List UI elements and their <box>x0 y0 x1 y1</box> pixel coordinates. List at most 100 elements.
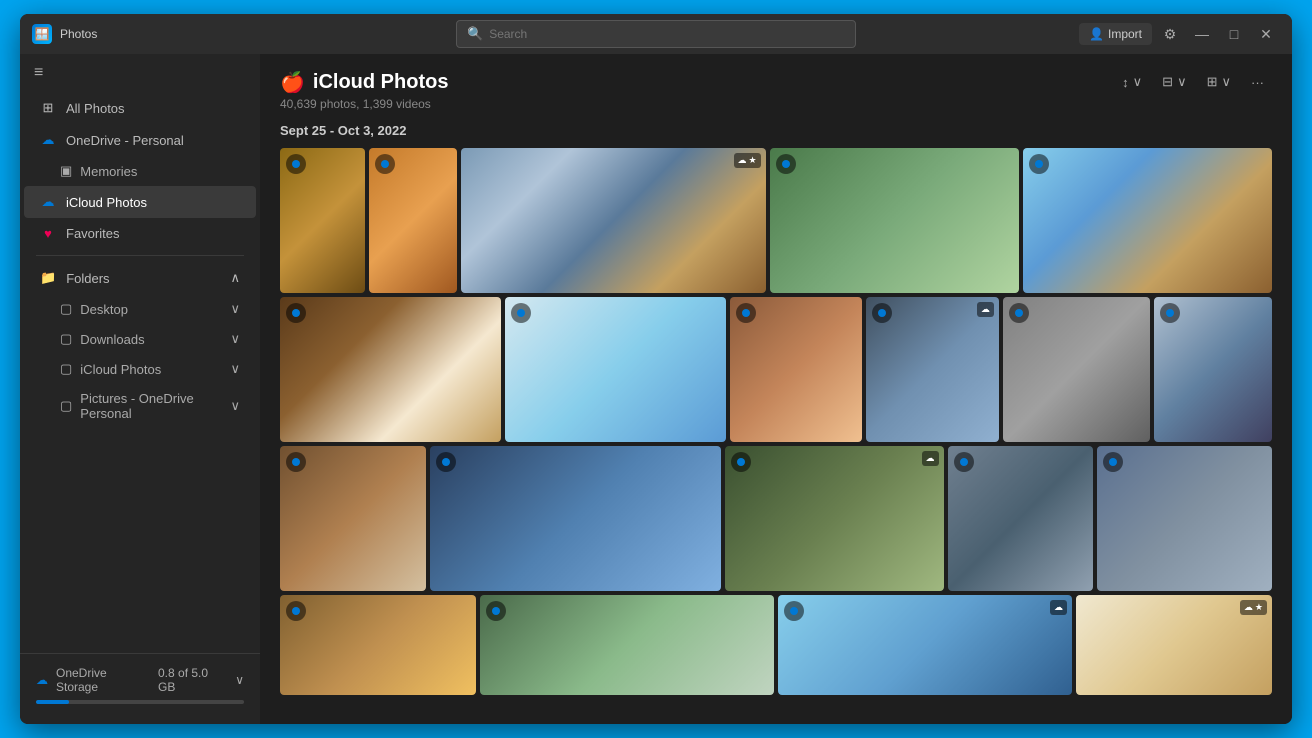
photo-badge <box>784 601 804 621</box>
sidebar-item-icloud[interactable]: ☁ iCloud Photos <box>24 186 256 218</box>
cloud-icon: ☁ <box>1244 602 1253 613</box>
photo-item[interactable] <box>280 446 426 591</box>
desktop-chevron: ∨ <box>230 301 240 317</box>
search-bar[interactable]: 🔍 <box>456 20 856 48</box>
photo-item[interactable]: ☁ ★ <box>461 148 766 293</box>
favorites-icon: ♥ <box>40 226 56 241</box>
photo-badge <box>1009 303 1029 323</box>
sidebar-item-favorites[interactable]: ♥ Favorites <box>24 218 256 249</box>
photo-row-2: ☁ <box>280 297 1272 442</box>
all-photos-icon: ⊞ <box>40 100 56 116</box>
title-bar-right: 👤 Import ⚙ — □ ✕ <box>1079 20 1280 48</box>
photo-badge <box>872 303 892 323</box>
photo-item[interactable] <box>280 297 501 442</box>
photo-badge <box>286 601 306 621</box>
folders-chevron: ∧ <box>230 270 240 286</box>
settings-icon: ⚙ <box>1164 26 1177 43</box>
content-header: 🍎 iCloud Photos 40,639 photos, 1,399 vid… <box>280 70 1272 111</box>
page-title: 🍎 iCloud Photos <box>280 70 448 95</box>
main-content: ≡ ⊞ All Photos ☁ OneDrive - Personal ▣ M… <box>20 54 1292 724</box>
photo-badge <box>776 154 796 174</box>
icloud-title-icon: 🍎 <box>280 70 305 95</box>
title-bar-left: 🪟 Photos <box>32 24 97 44</box>
view-icon: ⊞ <box>1207 74 1218 90</box>
sidebar-item-all-photos[interactable]: ⊞ All Photos <box>24 92 256 124</box>
desktop-icon: ▢ <box>60 301 72 317</box>
content-area: 🍎 iCloud Photos 40,639 photos, 1,399 vid… <box>260 54 1292 724</box>
downloads-chevron: ∨ <box>230 331 240 347</box>
photo-item[interactable] <box>430 446 721 591</box>
photo-item[interactable] <box>280 148 365 293</box>
photo-item[interactable] <box>1003 297 1150 442</box>
star-icon: ★ <box>749 155 757 166</box>
sidebar-item-downloads[interactable]: ▢ Downloads ∨ <box>24 324 256 354</box>
photo-badge <box>1029 154 1049 174</box>
icloud-icon: ☁ <box>40 194 56 210</box>
photo-item[interactable] <box>369 148 457 293</box>
close-icon: ✕ <box>1260 26 1272 43</box>
photo-row-4: ☁ ☁ ★ <box>280 595 1272 695</box>
folders-section[interactable]: 📁 Folders ∧ <box>24 262 256 294</box>
sidebar-item-pictures[interactable]: ▢ Pictures - OneDrive Personal ∨ <box>24 384 256 428</box>
photo-row-3: ☁ <box>280 446 1272 591</box>
photo-badge <box>436 452 456 472</box>
photo-item[interactable] <box>1154 297 1272 442</box>
photo-count: 40,639 photos, 1,399 videos <box>280 97 448 111</box>
storage-chevron: ∨ <box>235 673 244 687</box>
onedrive-icon: ☁ <box>40 132 56 148</box>
photo-badge <box>731 452 751 472</box>
photo-item[interactable] <box>480 595 774 695</box>
search-icon: 🔍 <box>467 26 483 42</box>
hamburger-button[interactable]: ≡ <box>20 54 260 92</box>
photo-item[interactable] <box>1023 148 1272 293</box>
more-icon: ··· <box>1251 75 1264 90</box>
title-bar: 🪟 Photos 🔍 👤 Import ⚙ — □ ✕ <box>20 14 1292 54</box>
photo-item[interactable] <box>948 446 1094 591</box>
filter-button[interactable]: ⊟ ∨ <box>1154 70 1194 94</box>
photo-item[interactable] <box>1097 446 1272 591</box>
cloud-icon: ☁ <box>981 304 990 315</box>
storage-bar <box>36 700 244 704</box>
folders-icon: 📁 <box>40 270 56 286</box>
search-input[interactable] <box>489 27 845 41</box>
sidebar-item-onedrive[interactable]: ☁ OneDrive - Personal <box>24 124 256 156</box>
divider <box>36 255 244 256</box>
photo-item[interactable]: ☁ ★ <box>1076 595 1272 695</box>
photo-item[interactable] <box>280 595 476 695</box>
sidebar-item-icloud-folder[interactable]: ▢ iCloud Photos ∨ <box>24 354 256 384</box>
sidebar-item-desktop[interactable]: ▢ Desktop ∨ <box>24 294 256 324</box>
icloud-folder-chevron: ∨ <box>230 361 240 377</box>
import-icon: 👤 <box>1089 27 1104 41</box>
view-button[interactable]: ⊞ ∨ <box>1199 70 1239 94</box>
photo-item[interactable] <box>770 148 1019 293</box>
photo-item[interactable]: ☁ <box>725 446 944 591</box>
sort-button[interactable]: ↕ ∨ <box>1114 70 1150 94</box>
settings-button[interactable]: ⚙ <box>1156 20 1184 48</box>
minimize-button[interactable]: — <box>1188 20 1216 48</box>
sidebar-item-memories[interactable]: ▣ Memories <box>24 156 256 186</box>
app-icon: 🪟 <box>32 24 52 44</box>
cloud-icon: ☁ <box>1054 602 1063 613</box>
photo-badge <box>1160 303 1180 323</box>
star-icon: ★ <box>1255 602 1263 613</box>
cloud-badge: ☁ ★ <box>1240 600 1267 615</box>
photo-badge <box>486 601 506 621</box>
cloud-badge: ☁ <box>977 302 994 317</box>
photo-item[interactable] <box>730 297 863 442</box>
photo-item[interactable] <box>505 297 726 442</box>
storage-fill <box>36 700 69 704</box>
photo-badge <box>1103 452 1123 472</box>
sidebar: ≡ ⊞ All Photos ☁ OneDrive - Personal ▣ M… <box>20 54 260 724</box>
import-button[interactable]: 👤 Import <box>1079 23 1152 45</box>
photo-badge <box>286 154 306 174</box>
photo-item[interactable]: ☁ <box>866 297 999 442</box>
storage-label[interactable]: ☁ OneDrive Storage 0.8 of 5.0 GB ∨ <box>36 666 244 694</box>
pictures-icon: ▢ <box>60 398 72 414</box>
maximize-button[interactable]: □ <box>1220 20 1248 48</box>
photo-badge <box>286 303 306 323</box>
search-container: 🔍 <box>456 20 856 48</box>
more-button[interactable]: ··· <box>1243 71 1272 94</box>
photo-item[interactable]: ☁ <box>778 595 1072 695</box>
sort-chevron: ∨ <box>1133 74 1143 90</box>
close-button[interactable]: ✕ <box>1252 20 1280 48</box>
